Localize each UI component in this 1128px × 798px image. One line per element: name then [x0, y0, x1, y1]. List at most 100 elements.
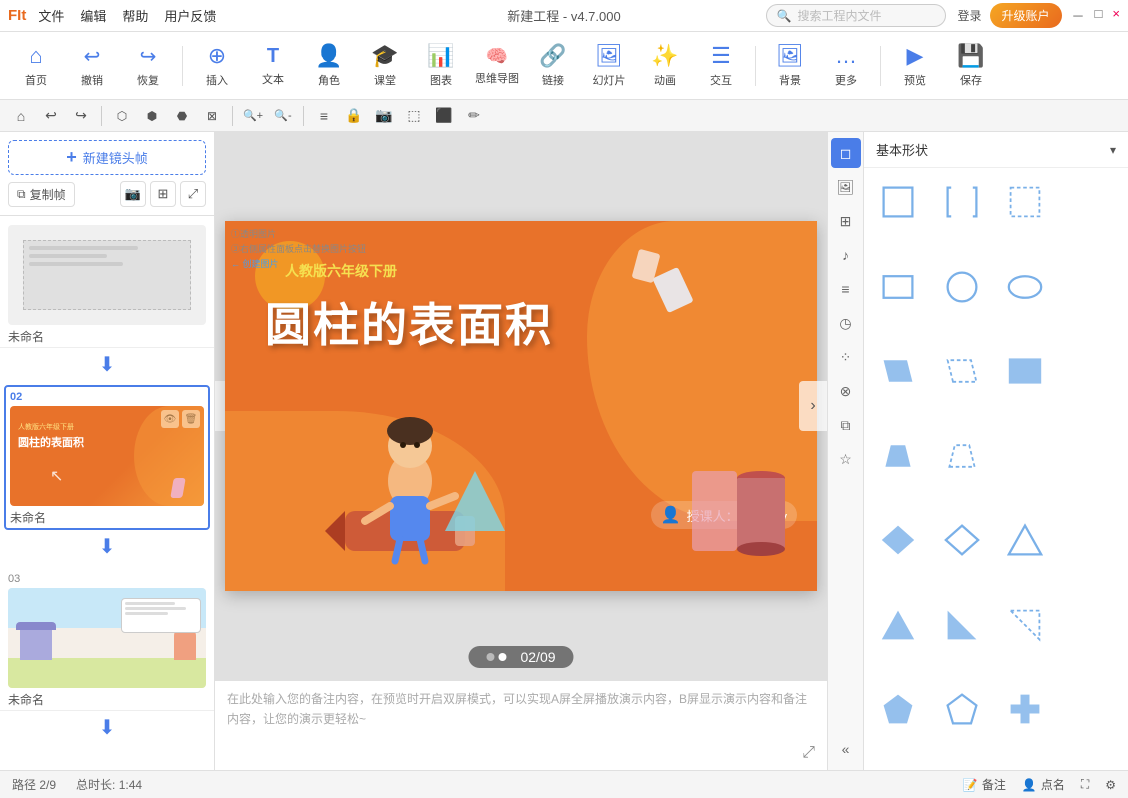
shape-triangle-solid[interactable]	[872, 599, 924, 651]
slide-item-1[interactable]: 未命名	[0, 216, 214, 348]
shape-circle-outline[interactable]	[936, 261, 988, 313]
deco-cylinder	[737, 471, 785, 556]
subtool-undo[interactable]: ↩	[38, 103, 64, 129]
statusbar-right: 📝 备注 👤 点名 ⛶ ⚙	[963, 776, 1116, 793]
notes-button[interactable]: 📝 备注	[963, 776, 1006, 793]
slide-item-3[interactable]: 03	[0, 567, 214, 711]
fullscreen-button[interactable]: ⛶	[1081, 777, 1089, 792]
tool-insert[interactable]: ⊕ 插入	[191, 38, 243, 94]
tool-link[interactable]: 🔗 链接	[527, 38, 579, 94]
subtool-canvas[interactable]: ⬛	[431, 103, 457, 129]
shape-parallelogram[interactable]	[872, 345, 924, 397]
tool-redo[interactable]: ↪ 恢复	[122, 38, 174, 94]
expand-icon-btn[interactable]: ⤢	[180, 181, 206, 207]
tool-undo[interactable]: ↩ 撤销	[66, 38, 118, 94]
right-icon-layers[interactable]: ⧉	[831, 410, 861, 440]
subtool-camera[interactable]: 📷	[371, 103, 397, 129]
shape-right-triangle-solid[interactable]	[936, 599, 988, 651]
maximize-button[interactable]: □	[1095, 6, 1103, 25]
shape-diamond-outline[interactable]	[936, 514, 988, 566]
subtool-rect2[interactable]: ⬢	[139, 103, 165, 129]
right-icon-shapes[interactable]: ◻	[831, 138, 861, 168]
shape-bracket-rect[interactable]	[936, 176, 988, 228]
menu-edit[interactable]: 编辑	[80, 6, 106, 25]
mindmap-icon: 🧠	[486, 46, 508, 67]
shape-oval-outline[interactable]	[999, 261, 1051, 313]
shape-right-triangle2-solid[interactable]	[999, 599, 1051, 651]
tool-animate[interactable]: ✨ 动画	[639, 38, 691, 94]
close-button[interactable]: ×	[1112, 6, 1120, 25]
shape-dashed-parallelogram[interactable]	[936, 345, 988, 397]
shape-rect-solid[interactable]	[872, 261, 924, 313]
shape-cross-solid[interactable]	[999, 683, 1051, 735]
notes-label: 备注	[982, 776, 1006, 793]
subtool-rect4[interactable]: ⊠	[199, 103, 225, 129]
shape-dashed-rect[interactable]	[999, 176, 1051, 228]
tool-bg[interactable]: 🖼 背景	[764, 38, 816, 94]
subtool-zoomout[interactable]: 🔍-	[270, 103, 296, 129]
window-title: 新建工程 - v4.7.000	[507, 6, 620, 25]
subtool-zoomin[interactable]: 🔍+	[240, 103, 266, 129]
right-icon-grid[interactable]: ⁘	[831, 342, 861, 372]
shape-pentagon-solid[interactable]	[872, 683, 924, 735]
menu-file[interactable]: 文件	[38, 6, 64, 25]
right-icon-text[interactable]: ≡	[831, 274, 861, 304]
tool-role[interactable]: 👤 角色	[303, 38, 355, 94]
shape-trapezoid-dashed[interactable]	[936, 430, 988, 482]
menu-feedback[interactable]: 用户反馈	[164, 6, 216, 25]
shape-trapezoid-solid[interactable]	[872, 430, 924, 482]
notes-expand-button[interactable]: ⤢	[802, 744, 815, 762]
login-button[interactable]: 登录	[958, 7, 982, 24]
settings-button[interactable]: ⚙	[1105, 778, 1116, 792]
notes-text: 在此处输入您的备注内容，在预览时开启双屏模式，可以实现A屏全屏播放演示内容，B屏…	[227, 689, 815, 730]
upgrade-button[interactable]: 升级账户	[990, 3, 1062, 28]
subtool-layout[interactable]: ⬚	[401, 103, 427, 129]
shape-pentagon-outline[interactable]	[936, 683, 988, 735]
subtool-align[interactable]: ≡	[311, 103, 337, 129]
tool-slides[interactable]: 🖼 幻灯片	[583, 38, 635, 94]
tool-preview[interactable]: ▶ 预览	[889, 38, 941, 94]
new-frame-button[interactable]: + 新建镜头帧	[8, 140, 206, 175]
shape-triangle-outline[interactable]	[999, 514, 1051, 566]
shape-diamond-solid[interactable]	[872, 514, 924, 566]
tool-home[interactable]: ⌂ 首页	[10, 38, 62, 94]
slide-item-2[interactable]: 02 👁 🗑 人教版六年级下册 圆柱的表面积 ↖ 未命名	[4, 385, 210, 530]
canvas-nav-right[interactable]: ›	[799, 381, 827, 431]
right-icon-image[interactable]: 🖼	[831, 172, 861, 202]
status-path: 路径 2/9	[12, 776, 56, 793]
right-icon-mask[interactable]: ⊗	[831, 376, 861, 406]
subtool-rect1[interactable]: ⬡	[109, 103, 135, 129]
shape-rect-outline[interactable]	[872, 176, 924, 228]
grid-icon-btn[interactable]: ⊞	[150, 181, 176, 207]
tool-save[interactable]: 💾 保存	[945, 38, 997, 94]
slide-thumb-2: 👁 🗑 人教版六年级下册 圆柱的表面积 ↖	[10, 406, 204, 506]
tool-more[interactable]: … 更多	[820, 38, 872, 94]
right-icon-table[interactable]: ⊞	[831, 206, 861, 236]
copy-frame-button[interactable]: ⧉ 复制帧	[8, 182, 75, 207]
subtool-home[interactable]: ⌂	[8, 103, 34, 129]
copy-icon: ⧉	[17, 187, 26, 202]
subtool-redo[interactable]: ↪	[68, 103, 94, 129]
tool-chart[interactable]: 📊 图表	[415, 38, 467, 94]
right-panel-title: 基本形状	[876, 140, 928, 159]
tool-text[interactable]: T 文本	[247, 38, 299, 94]
shape-solid-rect2[interactable]	[999, 345, 1051, 397]
minimize-button[interactable]: －	[1072, 6, 1085, 25]
tool-interact[interactable]: ☰ 交互	[695, 38, 747, 94]
subtool-lock[interactable]: 🔒	[341, 103, 367, 129]
right-icon-music[interactable]: ♪	[831, 240, 861, 270]
search-bar[interactable]: 🔍 搜索工程内文件	[766, 4, 946, 27]
tool-class[interactable]: 🎓 课堂	[359, 38, 411, 94]
right-icon-clock[interactable]: ◷	[831, 308, 861, 338]
camera-icon-btn[interactable]: 📷	[120, 181, 146, 207]
menu-help[interactable]: 帮助	[122, 6, 148, 25]
pointer-button[interactable]: 👤 点名	[1022, 776, 1065, 793]
animate-icon: ✨	[651, 43, 678, 69]
subtool-rect3[interactable]: ⬣	[169, 103, 195, 129]
tool-mindmap[interactable]: 🧠 思维导图	[471, 38, 523, 94]
right-icon-star[interactable]: ☆	[831, 444, 861, 474]
canvas-wrapper: ‹ ①透明图片 ③右侧属性面板点击替换图片按钮 ← 创建图片	[215, 132, 827, 680]
right-icon-collapse[interactable]: «	[831, 734, 861, 764]
right-panel-dropdown[interactable]: ▾	[1110, 143, 1116, 157]
subtool-edit[interactable]: ✏	[461, 103, 487, 129]
